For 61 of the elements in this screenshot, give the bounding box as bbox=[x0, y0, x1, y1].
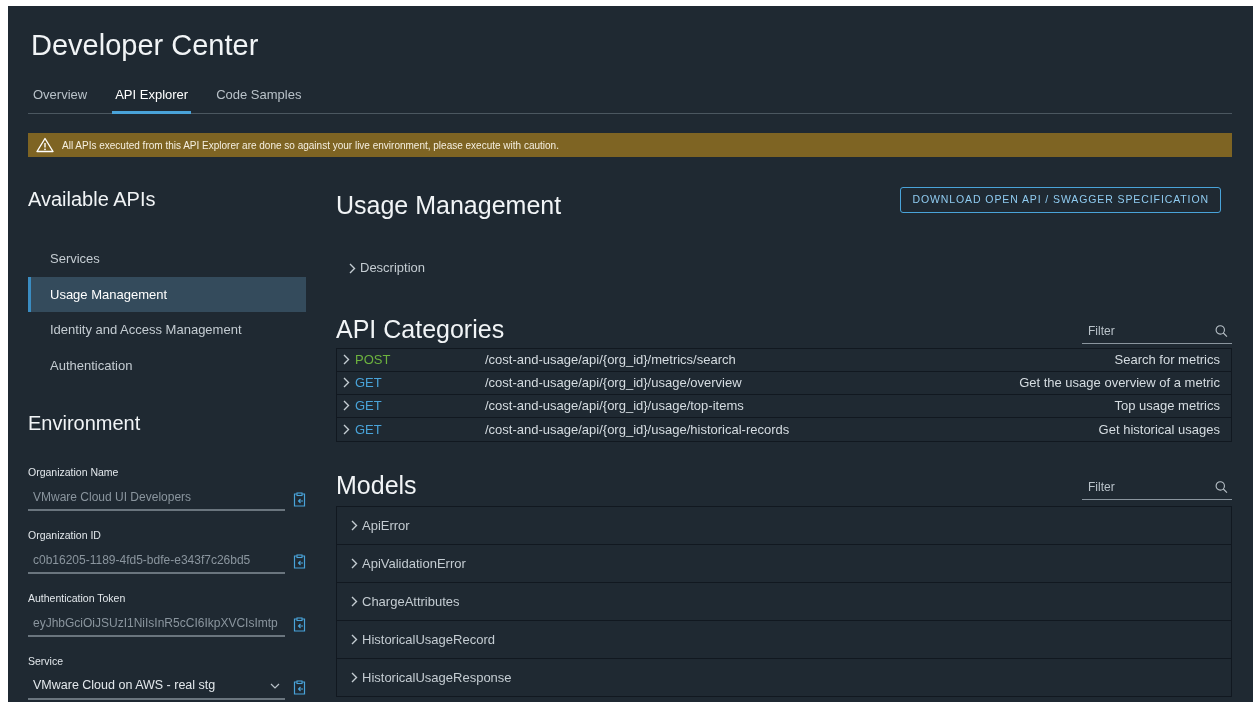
model-toggle[interactable]: ApiError bbox=[351, 515, 410, 536]
input-field[interactable]: VMware Cloud UI Developers bbox=[28, 487, 285, 512]
clipboard-icon[interactable] bbox=[293, 680, 306, 696]
chevron-icon bbox=[351, 519, 358, 531]
model-toggle[interactable]: ChargeAttributes bbox=[351, 591, 460, 612]
field-label: Service bbox=[28, 653, 64, 669]
sidebar-item[interactable]: Identity and Access Management bbox=[28, 312, 306, 348]
input-field[interactable]: c0b16205-1189-4fd5-bdfe-e343f7c26bd5 bbox=[28, 549, 285, 574]
api-title: Usage Management bbox=[336, 190, 562, 221]
chevron-icon bbox=[343, 354, 350, 366]
chevron-icon bbox=[343, 400, 350, 412]
warning-text: All APIs executed from this API Explorer are done so against your live environment, please execute with caution. bbox=[62, 138, 559, 153]
filter-field[interactable]: Filter bbox=[1086, 320, 1216, 341]
clipboard-icon[interactable] bbox=[293, 554, 306, 570]
chevron-icon bbox=[351, 595, 358, 607]
page-title: Developer Center bbox=[31, 28, 260, 63]
section-heading: Available APIs bbox=[28, 187, 157, 212]
input-field[interactable]: eyJhbGciOiJSUzI1NiIsInR5cCI6IkpXVCIsImtp bbox=[28, 612, 285, 637]
http-method: GET bbox=[355, 420, 382, 439]
model-toggle[interactable]: ApiValidationError bbox=[351, 553, 466, 574]
endpoint-summary: Get the usage overview of a metric bbox=[1019, 374, 1220, 393]
field-label: Authentication Token bbox=[28, 590, 127, 606]
http-method: POST bbox=[355, 351, 391, 370]
endpoint-summary: Get historical usages bbox=[1098, 420, 1220, 439]
search-icon bbox=[1215, 323, 1228, 338]
field-label: Organization Name bbox=[28, 465, 120, 481]
http-method: GET bbox=[355, 374, 382, 393]
chevron-icon bbox=[349, 262, 356, 274]
model-toggle[interactable]: HistoricalUsageRecord bbox=[351, 629, 495, 650]
section-heading: Environment bbox=[28, 411, 142, 436]
endpoint-summary: Search for metrics bbox=[1114, 351, 1220, 370]
service-dropdown[interactable]: VMware Cloud on AWS - real stg bbox=[28, 675, 285, 701]
field-label: Organization ID bbox=[28, 528, 102, 544]
endpoint-path[interactable]: /cost-and-usage/api/{org_id}/usage/top-items bbox=[485, 396, 1115, 416]
filter-field[interactable]: Filter bbox=[1086, 476, 1216, 497]
tab[interactable]: Code Samples bbox=[213, 84, 305, 115]
model-toggle[interactable]: HistoricalUsageResponse bbox=[351, 667, 512, 688]
section-heading: Models bbox=[336, 469, 417, 500]
tab[interactable]: API Explorer bbox=[112, 84, 192, 115]
endpoint-path[interactable]: /cost-and-usage/api/{org_id}/usage/historical-records bbox=[485, 419, 1099, 440]
caret-icon bbox=[270, 682, 280, 689]
description-toggle[interactable]: Description bbox=[349, 258, 426, 278]
sidebar-item[interactable]: Usage Management bbox=[28, 276, 306, 313]
endpoint-summary: Top usage metrics bbox=[1114, 397, 1220, 416]
tab[interactable]: Overview bbox=[30, 84, 91, 115]
clipboard-icon[interactable] bbox=[293, 617, 306, 633]
clipboard-icon[interactable] bbox=[293, 491, 306, 507]
endpoint-path[interactable]: /cost-and-usage/api/{org_id}/usage/overview bbox=[485, 373, 1020, 393]
section-heading: API Categories bbox=[336, 313, 505, 344]
endpoint-path[interactable]: /cost-and-usage/api/{org_id}/metrics/search bbox=[485, 350, 1115, 370]
warning-icon bbox=[36, 137, 54, 154]
download-button[interactable]: DOWNLOAD OPEN API / SWAGGER SPECIFICATION bbox=[900, 187, 1221, 214]
chevron-icon bbox=[351, 557, 358, 569]
http-method: GET bbox=[355, 397, 382, 416]
sidebar-item[interactable]: Authentication bbox=[28, 347, 306, 384]
search-icon bbox=[1215, 479, 1228, 494]
chevron-icon bbox=[343, 423, 350, 435]
sidebar-item[interactable]: Services bbox=[28, 241, 306, 277]
chevron-icon bbox=[343, 377, 350, 389]
chevron-icon bbox=[351, 671, 358, 683]
chevron-icon bbox=[351, 633, 358, 645]
